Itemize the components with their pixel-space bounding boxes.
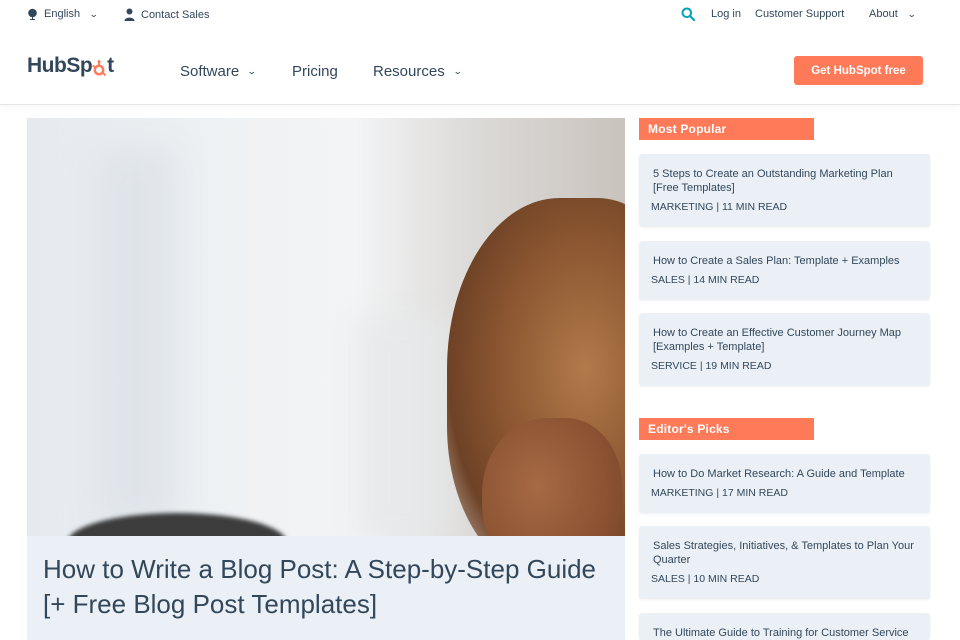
contact-sales-label: Contact Sales (141, 8, 210, 21)
list-item[interactable]: How to Do Market Research: A Guide and T… (639, 454, 930, 513)
sprocket-icon (92, 59, 107, 76)
pick-post-title[interactable]: How to Do Market Research: A Guide and T… (653, 467, 918, 481)
popular-post-meta: SERVICE | 19 MIN READ (651, 360, 772, 372)
nav-pricing[interactable]: Pricing (292, 63, 338, 80)
get-hubspot-free-button[interactable]: Get HubSpot free (794, 56, 923, 85)
editors-picks-heading: Editor's Picks (639, 418, 814, 440)
logo-text-hub: HubSp (27, 54, 93, 77)
list-item[interactable]: How to Create an Effective Customer Jour… (639, 313, 930, 386)
person-icon (124, 8, 135, 21)
nav-software-label: Software (180, 63, 240, 80)
chevron-down-icon: ⌄ (906, 8, 917, 19)
nav-resources-label: Resources (373, 63, 445, 80)
customer-support-link[interactable]: Customer Support (755, 8, 844, 20)
search-button[interactable] (681, 7, 695, 21)
chevron-down-icon: ⌄ (452, 66, 463, 76)
popular-post-title[interactable]: How to Create an Effective Customer Jour… (653, 326, 918, 354)
article-title-link[interactable]: How to Write a Blog Post: A Step-by-Step… (43, 552, 609, 622)
list-item[interactable]: How to Create a Sales Plan: Template + E… (639, 241, 930, 300)
list-item[interactable]: 5 Steps to Create an Outstanding Marketi… (639, 154, 930, 227)
nav-resources[interactable]: Resources ⌄ (373, 63, 463, 80)
popular-post-title[interactable]: How to Create a Sales Plan: Template + E… (653, 254, 918, 268)
hero-image[interactable] (27, 118, 625, 536)
hubspot-logo[interactable]: HubSp t (27, 54, 114, 78)
logo-text-t: t (107, 54, 114, 77)
hero-background-window (97, 148, 177, 528)
pick-post-meta: SALES | 10 MIN READ (651, 573, 760, 585)
search-icon (681, 7, 695, 21)
pick-post-title[interactable]: The Ultimate Guide to Training for Custo… (653, 626, 918, 640)
chevron-down-icon: ⌄ (247, 66, 257, 76)
globe-icon (27, 8, 38, 20)
chevron-down-icon: ⌄ (88, 8, 99, 19)
pick-post-meta: MARKETING | 17 MIN READ (651, 487, 788, 499)
utility-bar: English ⌄ Contact Sales Log in Customer … (0, 0, 960, 32)
popular-post-title[interactable]: 5 Steps to Create an Outstanding Marketi… (653, 167, 918, 195)
hero-title-box: How to Write a Blog Post: A Step-by-Step… (27, 536, 625, 640)
nav-software[interactable]: Software ⌄ (180, 63, 257, 80)
login-link[interactable]: Log in (711, 8, 741, 20)
hero-person-face (482, 418, 622, 536)
language-selector[interactable]: English ⌄ (27, 8, 99, 20)
main-navigation: HubSp t Software ⌄ Pricing Resources ⌄ G… (0, 32, 960, 105)
about-label: About (869, 8, 898, 20)
most-popular-heading: Most Popular (639, 118, 814, 140)
hero-background-shape (357, 318, 447, 536)
pick-post-title[interactable]: Sales Strategies, Initiatives, & Templat… (653, 539, 918, 567)
list-item[interactable]: The Ultimate Guide to Training for Custo… (639, 613, 930, 640)
language-label: English (44, 8, 81, 20)
contact-sales-link[interactable]: Contact Sales (124, 8, 209, 21)
list-item[interactable]: Sales Strategies, Initiatives, & Templat… (639, 526, 930, 599)
popular-post-meta: SALES | 14 MIN READ (651, 274, 760, 286)
about-menu[interactable]: About ⌄ (869, 8, 917, 20)
popular-post-meta: MARKETING | 11 MIN READ (651, 201, 788, 213)
